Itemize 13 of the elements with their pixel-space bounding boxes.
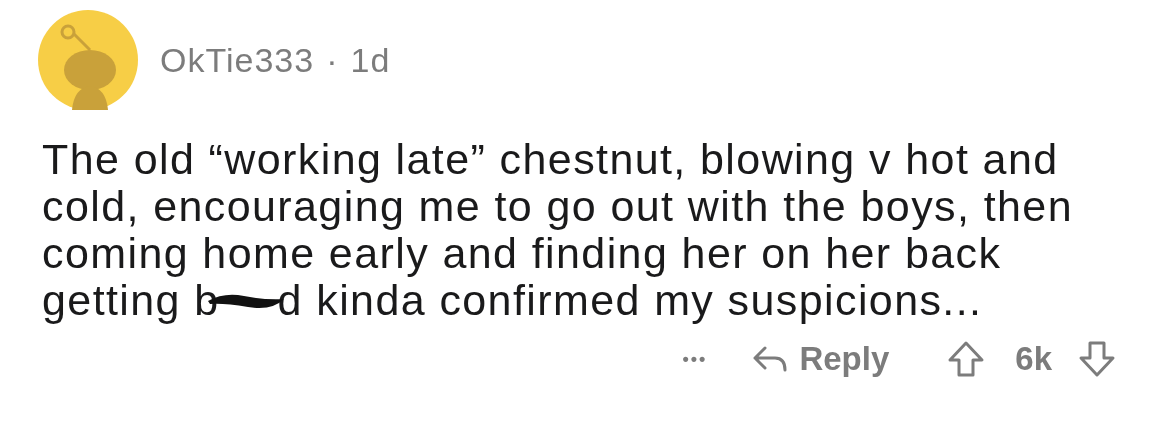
separator-dot: ·	[326, 40, 339, 80]
comment-age: 1d	[350, 40, 391, 80]
more-options-button[interactable]: •••	[682, 348, 708, 370]
vote-score: 6k	[1015, 340, 1052, 378]
reply-button[interactable]: Reply	[751, 340, 890, 378]
username[interactable]: OkTie333	[160, 40, 315, 80]
comment-text-line: The old “working late” chestnut, blowing v hot and	[42, 136, 1059, 183]
downvote-icon[interactable]	[1078, 340, 1116, 378]
avatar-icon	[38, 10, 138, 110]
upvote-icon[interactable]	[947, 340, 986, 378]
comment-text-line: cold, encouraging me to go out with the boys, then	[42, 183, 1073, 230]
comment-text-line: coming home early and finding her on her back	[42, 230, 1002, 277]
comment-text-line: d kinda confirmed my suspicions...	[277, 277, 983, 324]
